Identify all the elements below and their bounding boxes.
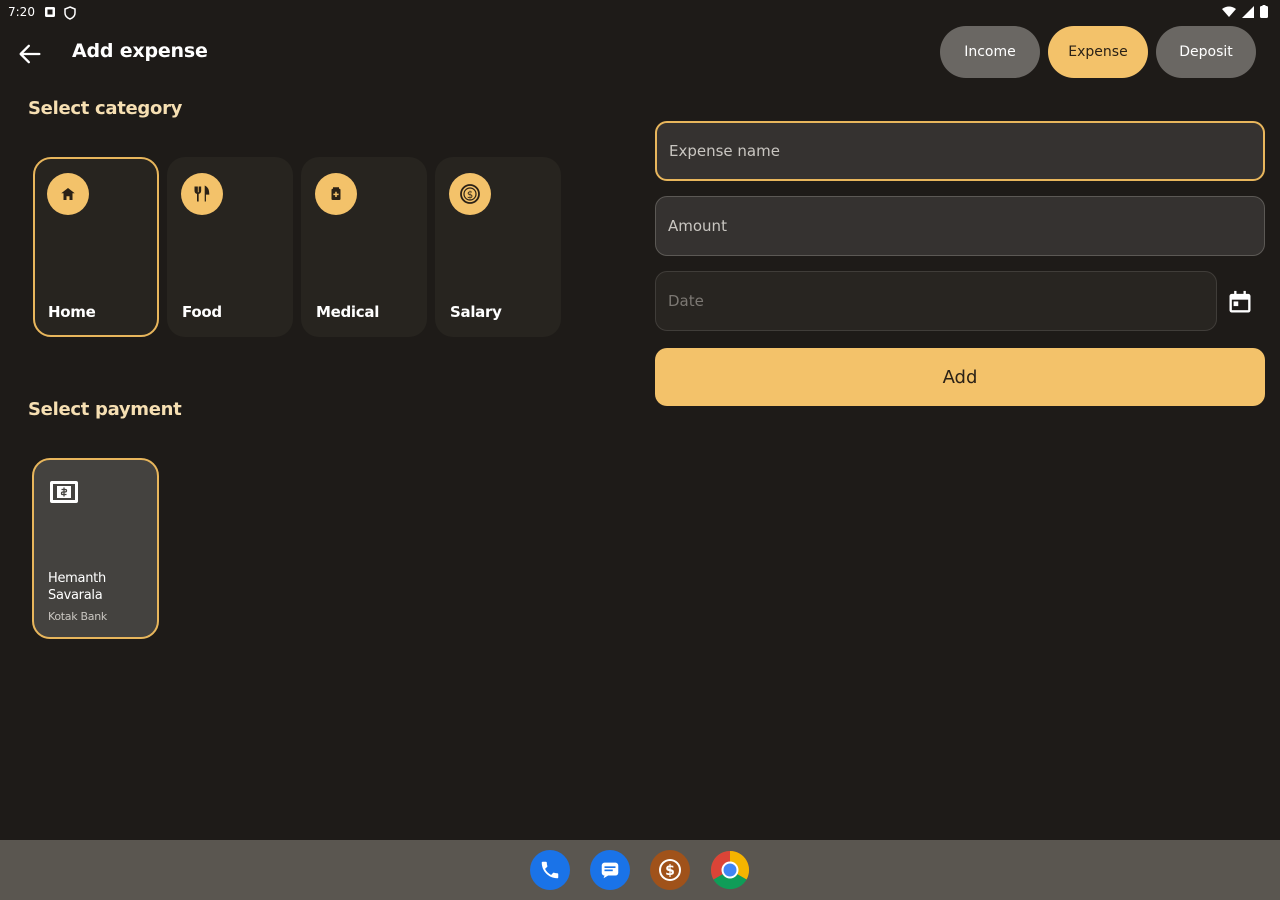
chip-income[interactable]: Income (940, 26, 1040, 78)
category-label: Medical (316, 303, 380, 321)
signal-icon (1242, 5, 1254, 18)
payment-card[interactable]: Hemanth Savarala Kotak Bank (32, 458, 159, 639)
bank-name: Kotak Bank (48, 610, 107, 623)
payment-heading: Select payment (28, 399, 182, 420)
category-label: Home (48, 303, 96, 321)
category-medical[interactable]: Medical (301, 157, 427, 337)
cardholder-name: Hemanth Savarala (48, 571, 106, 603)
wifi-icon (1222, 6, 1236, 17)
chip-deposit[interactable]: Deposit (1156, 26, 1256, 78)
status-indicators (1222, 5, 1268, 18)
dollar-coin-icon: $ (449, 173, 491, 215)
medical-icon (315, 173, 357, 215)
app-dock: $ (530, 850, 750, 890)
amount-input[interactable] (655, 196, 1265, 256)
svg-text:$: $ (467, 190, 473, 201)
category-food[interactable]: Food (167, 157, 293, 337)
home-icon (47, 173, 89, 215)
category-label: Food (182, 303, 222, 321)
category-salary[interactable]: $ Salary (435, 157, 561, 337)
expense-name-input[interactable] (655, 121, 1265, 181)
status-time: 7:20 (8, 5, 35, 19)
status-bar: 7:20 (0, 0, 1280, 26)
chrome-icon[interactable] (710, 850, 750, 890)
shield-icon (64, 6, 76, 20)
notification-icon (45, 7, 55, 17)
date-input[interactable] (655, 271, 1217, 331)
payment-card-icon (50, 481, 78, 503)
back-arrow-icon[interactable] (16, 40, 44, 68)
money-app-icon[interactable]: $ (650, 850, 690, 890)
add-button[interactable]: Add (655, 348, 1265, 406)
category-heading: Select category (28, 98, 183, 119)
calendar-icon[interactable] (1226, 288, 1254, 316)
restaurant-icon (181, 173, 223, 215)
chip-expense[interactable]: Expense (1048, 26, 1148, 78)
phone-icon[interactable] (530, 850, 570, 890)
transaction-type-chips: Income Expense Deposit (940, 26, 1256, 78)
messages-icon[interactable] (590, 850, 630, 890)
page-title: Add expense (72, 40, 208, 62)
category-label: Salary (450, 303, 502, 321)
svg-text:$: $ (665, 863, 675, 879)
category-home[interactable]: Home (33, 157, 159, 337)
battery-icon (1260, 5, 1268, 18)
